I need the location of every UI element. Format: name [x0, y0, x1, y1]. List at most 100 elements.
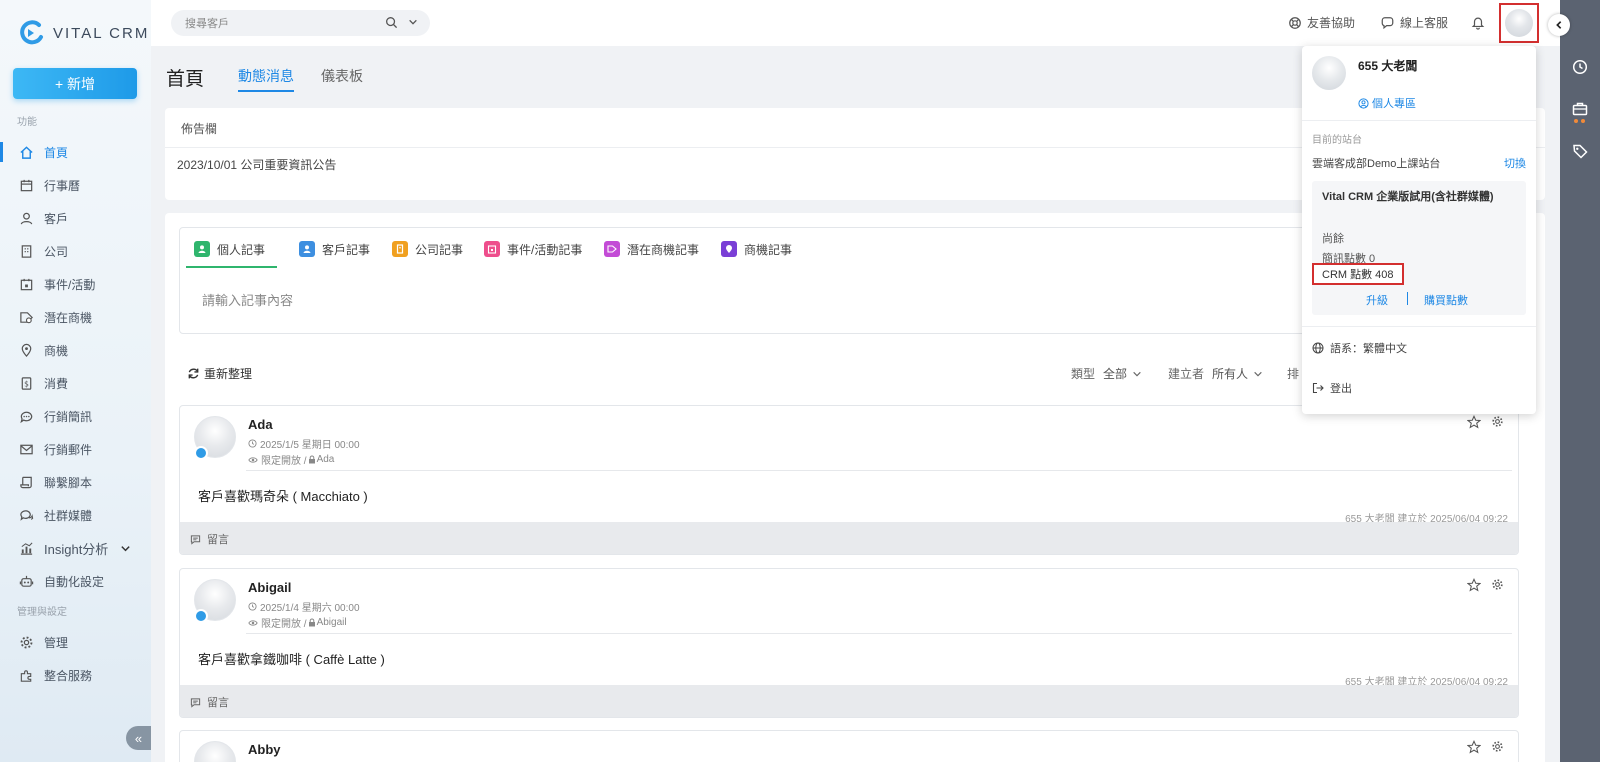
language-menu-item[interactable]: 語系：繁體中文: [1312, 340, 1407, 356]
star-icon[interactable]: [1467, 740, 1481, 754]
refresh-label: 重新整理: [204, 367, 253, 381]
sidebar-item-customer[interactable]: 客戶: [0, 206, 151, 230]
sidebar-item-event[interactable]: 事件/活動: [0, 272, 151, 296]
post-date-text: 2025/1/4 星期六 00:00: [260, 603, 360, 614]
sidebar-item-admin[interactable]: 管理: [0, 630, 151, 654]
logout-menu-item[interactable]: 登出: [1312, 380, 1352, 396]
editor-tab-label: 潛在商機記事: [627, 242, 700, 257]
post-author[interactable]: Abigail: [248, 580, 291, 595]
sidebar-collapse-button[interactable]: «: [126, 726, 151, 750]
sidebar-item-label: Insight分析: [44, 541, 109, 557]
buy-points-link[interactable]: 購買點數: [1424, 292, 1468, 308]
refresh-button[interactable]: 重新整理: [187, 365, 252, 382]
help-link[interactable]: 友善協助: [1288, 14, 1355, 31]
chevron-down-icon: [1133, 371, 1141, 376]
sidebar-item-consumption[interactable]: $ 消費: [0, 371, 151, 395]
personal-note-icon: [194, 241, 210, 257]
user-menu-dropdown: 655 大老闆 個人專區 目前的站台 雲端客成部Demo上課站台 切換 Vita…: [1302, 46, 1536, 414]
comment-button[interactable]: 留言: [180, 522, 1518, 554]
sidebar-item-label: 商機: [44, 343, 69, 358]
switch-site-link[interactable]: 切換: [1504, 155, 1526, 171]
home-icon: [19, 145, 34, 160]
comment-button[interactable]: 留言: [180, 685, 1518, 717]
tag-icon: [19, 310, 34, 325]
creator-filter-value: 所有人: [1212, 367, 1249, 381]
editor-tab-label: 個人記事: [217, 242, 266, 257]
chevron-down-icon[interactable]: [408, 17, 418, 27]
post-visibility: 限定開放 / Ada: [248, 452, 334, 467]
building-icon: [19, 244, 34, 259]
sidebar-item-home[interactable]: 首頁: [0, 140, 151, 164]
event-note-icon: [484, 241, 500, 257]
briefcase-icon[interactable]: [1572, 101, 1588, 117]
divider: [1302, 326, 1536, 327]
sidebar-item-script[interactable]: 聯繫腳本: [0, 470, 151, 494]
section-label-admin: 管理與設定: [17, 607, 67, 618]
sidebar-item-integration[interactable]: 整合服務: [0, 663, 151, 687]
divider: [1407, 292, 1408, 305]
feed-post: Ada 2025/1/5 星期日 00:00 限定開放 / Ada 客戶喜歡瑪奇…: [179, 405, 1519, 555]
post-visibility: 限定開放 / Abigail: [248, 615, 347, 630]
post-visibility-text: 限定開放 /: [261, 456, 307, 467]
tag-icon[interactable]: [1572, 143, 1588, 159]
editor-tab-label: 公司記事: [415, 242, 464, 257]
sidebar-item-automation[interactable]: 自動化設定: [0, 569, 151, 593]
brand-name: VITAL CRM: [53, 24, 150, 42]
tab-news-feed[interactable]: 動態消息: [238, 66, 294, 92]
editor-tab-deal[interactable]: 商機記事: [721, 240, 792, 258]
comment-icon: [190, 534, 201, 545]
sidebar: VITAL CRM + 新增 功能 首頁 行事曆 客戶 公司 事件/活動 潛在商…: [0, 0, 151, 762]
bell-icon[interactable]: [1471, 15, 1485, 30]
sidebar-item-company[interactable]: 公司: [0, 239, 151, 263]
sidebar-item-potential-deal[interactable]: 潛在商機: [0, 305, 151, 329]
gear-icon[interactable]: [1491, 578, 1504, 591]
sort-filter[interactable]: 排: [1287, 365, 1299, 382]
post-author[interactable]: Ada: [248, 417, 273, 432]
gear-icon[interactable]: [1491, 740, 1504, 753]
announcement-item[interactable]: 2023/10/01 公司重要資訊公告: [177, 156, 336, 173]
creator-filter[interactable]: 建立者 所有人: [1168, 365, 1263, 382]
new-button[interactable]: + 新增: [13, 68, 137, 99]
note-input[interactable]: 請輸入記事內容: [202, 290, 293, 309]
support-link[interactable]: 線上客服: [1380, 14, 1448, 31]
post-author[interactable]: Abby: [248, 742, 281, 757]
customer-note-icon: [299, 241, 315, 257]
sidebar-item-social[interactable]: 社群媒體: [0, 503, 151, 527]
post-date: 2025/1/5 星期日 00:00: [248, 436, 360, 451]
post-visibility-text: 限定開放 /: [261, 619, 307, 630]
logout-label: 登出: [1330, 383, 1352, 395]
gear-icon[interactable]: [1491, 415, 1504, 428]
sidebar-item-insight[interactable]: Insight分析: [0, 536, 151, 560]
vital-logo-icon: [20, 20, 43, 45]
sidebar-item-email[interactable]: 行銷郵件: [0, 437, 151, 461]
editor-tab-personal[interactable]: 個人記事: [194, 240, 265, 258]
post-actions: [1467, 415, 1504, 429]
sidebar-item-sms[interactable]: 行銷簡訊: [0, 404, 151, 428]
sidebar-item-deal[interactable]: 商機: [0, 338, 151, 362]
sidebar-item-calendar[interactable]: 行事曆: [0, 173, 151, 197]
type-filter[interactable]: 類型 全部: [1071, 365, 1142, 382]
editor-tab-company[interactable]: 公司記事: [392, 240, 463, 258]
profile-link[interactable]: 個人專區: [1358, 95, 1416, 111]
brand-logo[interactable]: VITAL CRM: [19, 20, 149, 46]
star-icon[interactable]: [1467, 415, 1481, 429]
sidebar-item-label: 管理: [44, 635, 69, 650]
clock-icon[interactable]: [1572, 59, 1588, 75]
editor-tab-customer[interactable]: 客戶記事: [299, 240, 370, 258]
right-panel-toggle-button[interactable]: [1548, 14, 1570, 36]
avatar[interactable]: [194, 741, 236, 762]
mail-icon: [19, 442, 34, 457]
post-date-text: 2025/1/5 星期日 00:00: [260, 440, 360, 451]
chevron-left-icon: [1556, 21, 1562, 29]
search-icon[interactable]: [385, 16, 398, 29]
tab-dashboard[interactable]: 儀表板: [321, 66, 363, 86]
current-site-label: 目前的站台: [1312, 135, 1362, 146]
editor-tab-potential-deal[interactable]: 潛在商機記事: [604, 240, 699, 258]
user-name: 655 大老闆: [1358, 59, 1418, 73]
clock-icon: [248, 439, 257, 448]
editor-tab-event[interactable]: 事件/活動記事: [484, 240, 582, 258]
star-icon[interactable]: [1467, 578, 1481, 592]
user-avatar-button[interactable]: [1499, 3, 1539, 43]
upgrade-link[interactable]: 升級: [1366, 292, 1388, 308]
search-input[interactable]: 搜尋客戶: [171, 10, 430, 36]
